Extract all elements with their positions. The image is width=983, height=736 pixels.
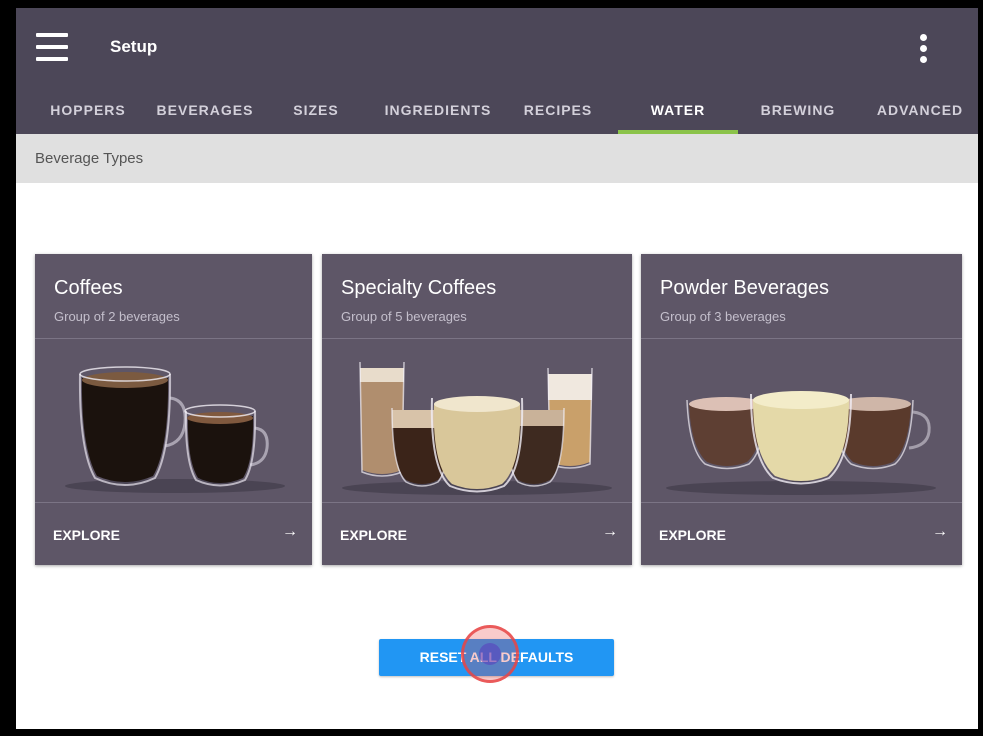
arrow-right-icon[interactable]: → xyxy=(602,523,618,541)
powder-beverage-cups-image xyxy=(666,391,936,495)
arrow-right-icon[interactable]: → xyxy=(932,523,948,541)
section-header: Beverage Types xyxy=(16,134,978,183)
card-title: Coffees xyxy=(54,277,123,299)
tab-beverages[interactable]: BEVERAGES xyxy=(144,92,266,134)
coffee-cups-image xyxy=(65,366,285,493)
card-coffees[interactable]: Coffees Group of 2 beverages EXPLORE → xyxy=(35,254,312,565)
app-bar: Setup HOPPERS BEVERAGES SIZES INGREDIENT… xyxy=(16,8,978,134)
tab-advanced[interactable]: ADVANCED xyxy=(868,92,972,134)
card-footer: EXPLORE → xyxy=(322,503,632,565)
card-title: Specialty Coffees xyxy=(341,277,497,299)
tab-water-label: WATER xyxy=(650,102,706,118)
tab-brewing[interactable]: BREWING xyxy=(748,92,848,134)
card-powder-beverages[interactable]: Powder Beverages Group of 3 beverages EX… xyxy=(641,254,962,565)
hamburger-menu-icon[interactable] xyxy=(36,33,68,61)
tab-water[interactable]: WATER xyxy=(618,92,738,134)
explore-button[interactable]: EXPLORE xyxy=(340,527,407,543)
more-options-icon[interactable] xyxy=(912,32,936,66)
tab-hoppers[interactable]: HOPPERS xyxy=(32,92,144,134)
tab-sizes[interactable]: SIZES xyxy=(276,92,356,134)
card-subtitle: Group of 3 beverages xyxy=(660,309,786,324)
tab-bar: HOPPERS BEVERAGES SIZES INGREDIENTS RECI… xyxy=(16,92,978,134)
tab-recipes[interactable]: RECIPES xyxy=(512,92,604,134)
card-subtitle: Group of 5 beverages xyxy=(341,309,467,324)
card-footer: EXPLORE → xyxy=(641,503,962,565)
card-specialty-coffees[interactable]: Specialty Coffees Group of 5 beverages E… xyxy=(322,254,632,565)
explore-button[interactable]: EXPLORE xyxy=(53,527,120,543)
specialty-coffee-glasses-image xyxy=(342,361,612,495)
section-header-label: Beverage Types xyxy=(35,150,144,167)
tab-ingredients[interactable]: INGREDIENTS xyxy=(374,92,502,134)
card-title: Powder Beverages xyxy=(660,277,829,299)
app-window: Setup HOPPERS BEVERAGES SIZES INGREDIENT… xyxy=(16,8,978,729)
card-subtitle: Group of 2 beverages xyxy=(54,309,180,324)
arrow-right-icon[interactable]: → xyxy=(282,523,298,541)
page-title: Setup xyxy=(110,37,158,56)
explore-button[interactable]: EXPLORE xyxy=(659,527,726,543)
click-indicator-center xyxy=(479,643,501,665)
card-footer: EXPLORE → xyxy=(35,503,312,565)
